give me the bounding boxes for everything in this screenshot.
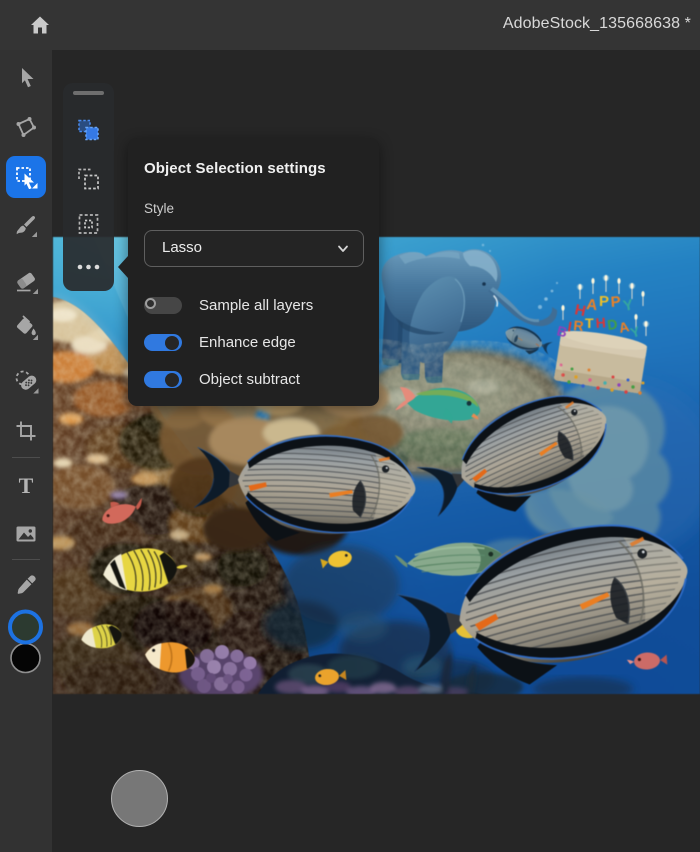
svg-text:T: T [19,474,34,498]
